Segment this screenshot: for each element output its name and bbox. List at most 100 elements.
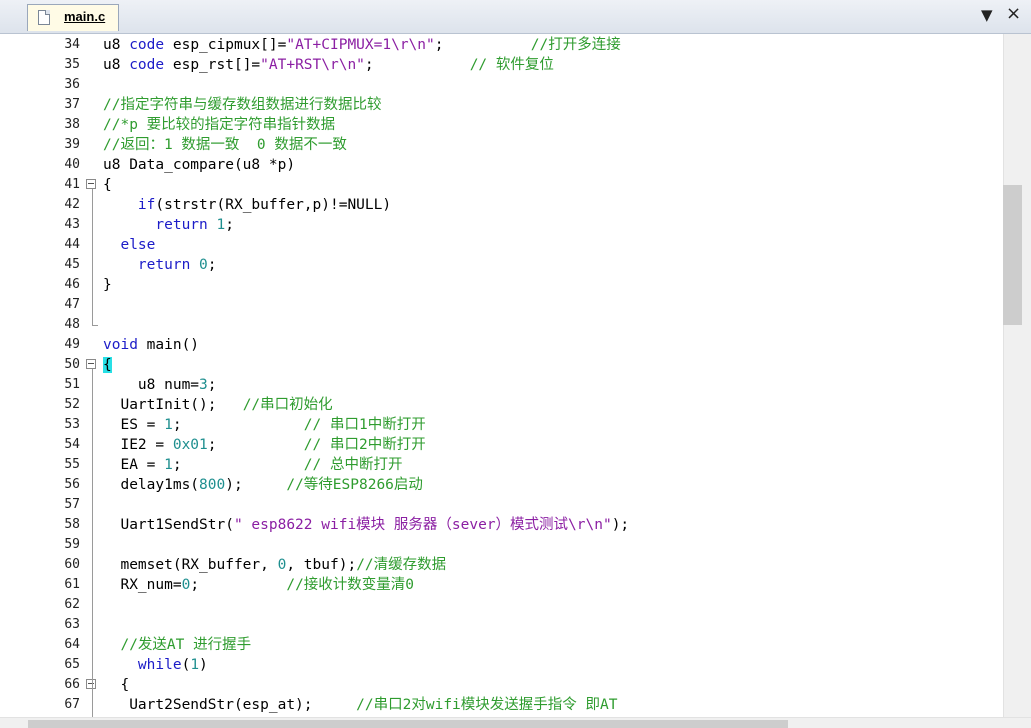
code-line[interactable]: 57 [0, 495, 1003, 515]
code-text: EA = 1; // 总中断打开 [103, 455, 403, 475]
code-line[interactable]: 56 delay1ms(800); //等待ESP8266启动 [0, 475, 1003, 495]
code-line[interactable]: 66 { [0, 675, 1003, 695]
line-number: 49 [64, 337, 80, 352]
code-line[interactable]: 46} [0, 275, 1003, 295]
code-line[interactable]: 47 [0, 295, 1003, 315]
line-number: 53 [64, 417, 80, 432]
code-text: return 1; [103, 215, 234, 235]
code-token: { [103, 357, 112, 373]
code-token: ; [364, 57, 470, 73]
code-line[interactable]: 52 UartInit(); //串口初始化 [0, 395, 1003, 415]
code-line[interactable]: 60 memset(RX_buffer, 0, tbuf);//清缓存数据 [0, 555, 1003, 575]
code-line[interactable]: 55 EA = 1; // 总中断打开 [0, 455, 1003, 475]
code-line[interactable]: 59 [0, 535, 1003, 555]
fold-guide [92, 189, 93, 325]
fold-guide-end [92, 325, 98, 326]
code-token: { [103, 677, 130, 693]
fold-toggle-icon[interactable] [86, 679, 96, 689]
line-number: 36 [64, 77, 80, 92]
file-icon [38, 10, 50, 25]
code-text: RX_num=0; //接收计数变量清0 [103, 575, 414, 595]
code-line[interactable]: 42 if(strstr(RX_buffer,p)!=NULL) [0, 195, 1003, 215]
code-line[interactable]: 48 [0, 315, 1003, 335]
vertical-scrollbar[interactable] [1003, 34, 1031, 717]
line-number: 47 [64, 297, 80, 312]
code-token: else [120, 237, 156, 253]
line-number: 60 [64, 557, 80, 572]
code-token: esp_rst[]= [164, 57, 261, 73]
fold-toggle-icon[interactable] [86, 179, 96, 189]
code-token: ; [207, 257, 217, 273]
code-line[interactable]: 58 Uart1SendStr(" esp8622 wifi模块 服务器（sev… [0, 515, 1003, 535]
code-line[interactable]: 50 { [0, 355, 1003, 375]
code-token: UartInit(); [103, 397, 243, 413]
code-line[interactable]: 51 u8 num=3; [0, 375, 1003, 395]
line-number: 56 [64, 477, 80, 492]
close-icon[interactable]: × [1006, 3, 1021, 24]
line-number: 52 [64, 397, 80, 412]
code-line[interactable]: 43 return 1; [0, 215, 1003, 235]
vertical-scroll-thumb[interactable] [1003, 185, 1022, 325]
line-number: 59 [64, 537, 80, 552]
code-token: delay1ms( [103, 477, 200, 493]
tab-main-c[interactable]: main.c [27, 4, 119, 31]
code-line[interactable]: 40 u8 Data_compare(u8 *p) [0, 155, 1003, 175]
code-line[interactable]: 49 void main() [0, 335, 1003, 355]
code-text: u8 Data_compare(u8 *p) [103, 155, 295, 175]
code-line[interactable]: 45 return 0; [0, 255, 1003, 275]
code-line[interactable]: 65 while(1) [0, 655, 1003, 675]
code-token: 800 [199, 477, 226, 493]
code-line[interactable]: 37 //指定字符串与缓存数组数据进行数据比较 [0, 95, 1003, 115]
line-number: 54 [64, 437, 80, 452]
code-text: //返回：1 数据一致 0 数据不一致 [103, 135, 347, 155]
tab-label: main.c [64, 9, 106, 24]
code-token: 1 [190, 657, 200, 673]
code-token: (strstr(RX_buffer,p)!=NULL) [155, 197, 392, 213]
code-token: if [137, 197, 156, 213]
code-token: return [137, 257, 191, 273]
line-number: 45 [64, 257, 80, 272]
code-line[interactable]: 36 [0, 75, 1003, 95]
code-token: //串口初始化 [242, 397, 333, 413]
code-editor[interactable]: 34 u8 code esp_cipmux[]="AT+CIPMUX=1\r\n"… [0, 34, 1003, 717]
code-line[interactable]: 61 RX_num=0; //接收计数变量清0 [0, 575, 1003, 595]
code-token: //接收计数变量清0 [286, 577, 415, 593]
code-token: //指定字符串与缓存数组数据进行数据比较 [103, 97, 382, 113]
code-token: esp_cipmux[]= [164, 37, 287, 53]
code-token: ) [199, 657, 208, 673]
code-line[interactable]: 54 IE2 = 0x01; // 串口2中断打开 [0, 435, 1003, 455]
line-number: 37 [64, 97, 80, 112]
code-token: // 总中断打开 [303, 457, 403, 473]
fold-toggle-icon[interactable] [86, 359, 96, 369]
code-text: UartInit(); //串口初始化 [103, 395, 333, 415]
code-token: // 软件复位 [469, 57, 554, 73]
code-token: { [103, 177, 112, 193]
code-text: //指定字符串与缓存数组数据进行数据比较 [103, 95, 381, 115]
code-text: delay1ms(800); //等待ESP8266启动 [103, 475, 422, 495]
code-line[interactable]: 35 u8 code esp_rst[]="AT+RST\r\n"; // 软件复… [0, 55, 1003, 75]
code-line[interactable]: 44 else [0, 235, 1003, 255]
code-text: void main() [103, 335, 199, 355]
code-line[interactable]: 67 Uart2SendStr(esp_at); //串口2对wifi模块发送握… [0, 695, 1003, 715]
chevron-down-icon[interactable]: ▼ [981, 6, 993, 24]
line-number: 41 [64, 177, 80, 192]
code-text: { [103, 675, 129, 695]
line-number: 57 [64, 497, 80, 512]
code-line[interactable]: 62 [0, 595, 1003, 615]
code-line[interactable]: 63 [0, 615, 1003, 635]
line-number: 40 [64, 157, 80, 172]
code-token: u8 [103, 57, 130, 73]
code-text: u8 code esp_cipmux[]="AT+CIPMUX=1\r\n"; … [103, 35, 621, 55]
code-token: , tbuf); [286, 557, 357, 573]
code-line[interactable]: 53 ES = 1; // 串口1中断打开 [0, 415, 1003, 435]
code-line[interactable]: 34 u8 code esp_cipmux[]="AT+CIPMUX=1\r\n"… [0, 35, 1003, 55]
horizontal-scroll-thumb[interactable] [28, 720, 788, 728]
code-token: //串口2对wifi模块发送握手指令 即AT [356, 697, 618, 713]
code-line[interactable]: 64 //发送AT 进行握手 [0, 635, 1003, 655]
code-token: return [155, 217, 208, 233]
code-line[interactable]: 38 //*p 要比较的指定字符串指针数据 [0, 115, 1003, 135]
code-line[interactable]: 41 { [0, 175, 1003, 195]
code-token: void [103, 337, 138, 353]
code-line[interactable]: 39 //返回：1 数据一致 0 数据不一致 [0, 135, 1003, 155]
